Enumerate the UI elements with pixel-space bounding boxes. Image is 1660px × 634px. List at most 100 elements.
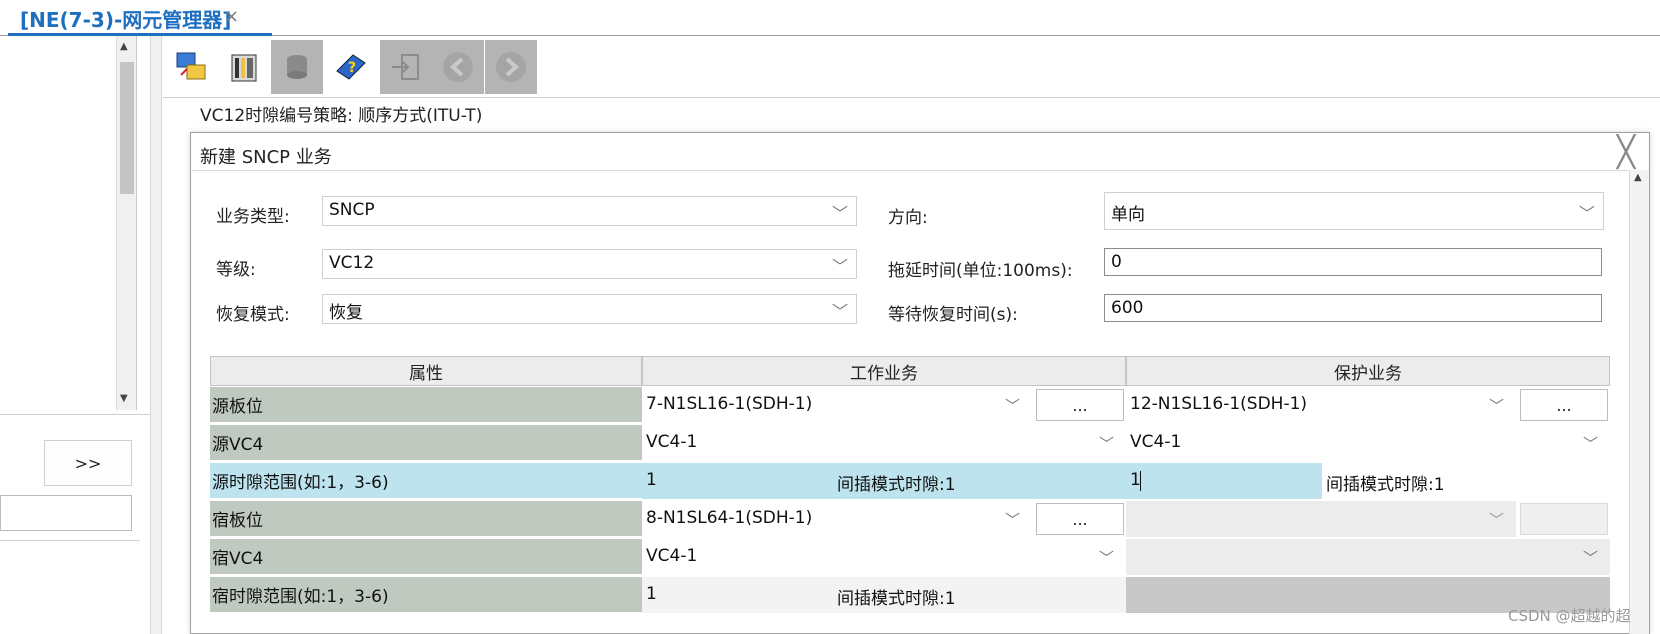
- direction-label: 方向:: [888, 208, 928, 228]
- level-value: VC12: [329, 253, 375, 273]
- sink-board-protection-browse-button: [1520, 503, 1608, 535]
- source-board-protection-value: 12-N1SL16-1(SDH-1): [1130, 394, 1308, 414]
- revert-mode-label: 恢复模式:: [216, 305, 290, 325]
- revert-mode-value: 恢复: [329, 303, 363, 323]
- dialog-title: 新建 SNCP 业务: [200, 147, 332, 168]
- row-label-source-vc4: 源VC4: [210, 425, 642, 461]
- back-arrow-icon: [440, 49, 476, 85]
- service-attribute-grid: 属性 工作业务 保护业务 源板位 7-N1SL16-1(SDH-1) ﹀ ...…: [210, 356, 1610, 616]
- login-icon: [388, 49, 424, 85]
- toolbar-button-database[interactable]: [271, 40, 323, 94]
- source-timeslot-protection-note-cell: 间插模式时隙:1: [1322, 463, 1610, 499]
- sink-board-working-browse-button[interactable]: ...: [1036, 503, 1124, 535]
- source-timeslot-working-note: 间插模式时隙:1: [837, 475, 956, 495]
- tab-close-icon[interactable]: ×: [224, 6, 239, 27]
- sink-board-protection-select: ﹀: [1126, 501, 1516, 537]
- dialog-title-divider: [192, 170, 1632, 171]
- hold-off-input[interactable]: 0: [1104, 248, 1602, 276]
- source-vc4-working-select[interactable]: VC4-1 ﹀: [642, 425, 1126, 461]
- chevron-down-icon: ﹀: [1582, 549, 1598, 567]
- function-tree-panel: [0, 540, 140, 634]
- wtr-value: 600: [1111, 298, 1144, 318]
- chevron-down-icon: ﹀: [1098, 549, 1114, 567]
- chevron-down-icon: ﹀: [1098, 435, 1114, 453]
- chevron-down-icon: ﹀: [831, 257, 848, 276]
- toolbar-button-board-view[interactable]: [218, 40, 270, 94]
- chevron-down-icon: ﹀: [1578, 204, 1595, 223]
- expand-button[interactable]: >>: [44, 440, 132, 486]
- vc12-numbering-info: VC12时隙编号策略: 顺序方式(ITU-T): [200, 106, 483, 126]
- source-vc4-protection-select[interactable]: VC4-1 ﹀: [1126, 425, 1610, 461]
- toolbar-button-login[interactable]: [380, 40, 432, 94]
- source-timeslot-working-input[interactable]: 1 间插模式时隙:1: [642, 463, 1126, 499]
- toolbar-divider: [163, 97, 1660, 98]
- function-search-input[interactable]: [0, 495, 132, 531]
- row-label-source-board: 源板位: [210, 387, 642, 423]
- service-type-select[interactable]: SNCP ﹀: [322, 196, 857, 226]
- row-label-sink-vc4: 宿VC4: [210, 539, 642, 575]
- direction-select[interactable]: 单向 ﹀: [1104, 192, 1604, 230]
- dialog-close-icon[interactable]: ╳: [1617, 135, 1635, 170]
- wtr-input[interactable]: 600: [1104, 294, 1602, 322]
- level-select[interactable]: VC12 ﹀: [322, 249, 857, 279]
- source-board-protection-browse-button[interactable]: ...: [1520, 389, 1608, 421]
- level-label: 等级:: [216, 260, 256, 280]
- grid-header-attribute: 属性: [210, 356, 642, 386]
- sink-timeslot-working-value: 1: [646, 584, 657, 604]
- chevron-down-icon: ﹀: [1488, 397, 1504, 415]
- chevron-down-icon: ﹀: [831, 204, 848, 223]
- sink-timeslot-working-input[interactable]: 1 间插模式时隙:1: [642, 577, 1126, 613]
- help-book-icon: ?: [333, 49, 369, 85]
- network-config-icon: [173, 49, 209, 85]
- source-timeslot-working-value: 1: [646, 470, 657, 490]
- source-board-working-browse-button[interactable]: ...: [1036, 389, 1124, 421]
- row-label-source-timeslot: 源时隙范围(如:1，3-6): [210, 463, 642, 499]
- direction-value: 单向: [1111, 205, 1145, 225]
- tab-title[interactable]: [NE(7-3)-网元管理器]: [20, 4, 231, 33]
- text-caret: [1140, 471, 1141, 491]
- sink-vc4-working-value: VC4-1: [646, 546, 698, 566]
- database-icon: [279, 49, 315, 85]
- chevron-down-icon: ﹀: [1488, 511, 1504, 529]
- scroll-up-icon[interactable]: ▲: [1634, 172, 1642, 183]
- left-divider: [0, 414, 150, 415]
- toolbar-button-back[interactable]: [432, 40, 484, 94]
- grid-header-protection: 保护业务: [1126, 356, 1610, 386]
- dialog-scrollbar[interactable]: ▲: [1629, 170, 1649, 634]
- source-board-working-select[interactable]: 7-N1SL16-1(SDH-1) ﹀: [642, 387, 1032, 423]
- forward-arrow-icon: [493, 49, 529, 85]
- toolbar-button-forward[interactable]: [485, 40, 537, 94]
- watermark: CSDN @超越的超: [1508, 607, 1631, 625]
- service-type-value: SNCP: [329, 200, 375, 220]
- row-label-sink-board: 宿板位: [210, 501, 642, 537]
- board-view-icon: [226, 49, 262, 85]
- tree-scrollbar[interactable]: ▲ ▼: [116, 36, 136, 410]
- row-label-sink-timeslot: 宿时隙范围(如:1，3-6): [210, 577, 642, 613]
- svg-text:?: ?: [348, 60, 356, 76]
- sink-vc4-protection-select: ﹀: [1126, 539, 1610, 575]
- source-timeslot-protection-input[interactable]: 1: [1126, 463, 1322, 499]
- source-timeslot-protection-note: 间插模式时隙:1: [1326, 475, 1445, 495]
- sink-vc4-working-select[interactable]: VC4-1 ﹀: [642, 539, 1126, 575]
- revert-mode-select[interactable]: 恢复 ﹀: [322, 294, 857, 324]
- source-vc4-protection-value: VC4-1: [1130, 432, 1182, 452]
- sink-board-working-select[interactable]: 8-N1SL64-1(SDH-1) ﹀: [642, 501, 1032, 537]
- hold-off-label: 拖延时间(单位:100ms):: [888, 261, 1073, 281]
- chevron-down-icon: ﹀: [1582, 435, 1598, 453]
- panel-splitter[interactable]: [150, 36, 162, 634]
- toolbar-button-network-config[interactable]: [165, 40, 217, 94]
- toolbar-button-help[interactable]: ?: [325, 40, 377, 94]
- grid-header-working: 工作业务: [642, 356, 1126, 386]
- chevron-down-icon: ﹀: [1004, 397, 1020, 415]
- wtr-label: 等待恢复时间(s):: [888, 305, 1018, 325]
- scroll-up-icon[interactable]: ▲: [120, 41, 128, 52]
- scroll-thumb[interactable]: [120, 62, 134, 194]
- sink-timeslot-working-note: 间插模式时隙:1: [837, 589, 956, 609]
- scroll-down-icon[interactable]: ▼: [120, 393, 128, 404]
- hold-off-value: 0: [1111, 252, 1122, 272]
- source-board-protection-select[interactable]: 12-N1SL16-1(SDH-1) ﹀: [1126, 387, 1516, 423]
- sink-board-working-value: 8-N1SL64-1(SDH-1): [646, 508, 813, 528]
- source-vc4-working-value: VC4-1: [646, 432, 698, 452]
- chevron-down-icon: ﹀: [831, 302, 848, 321]
- chevron-down-icon: ﹀: [1004, 511, 1020, 529]
